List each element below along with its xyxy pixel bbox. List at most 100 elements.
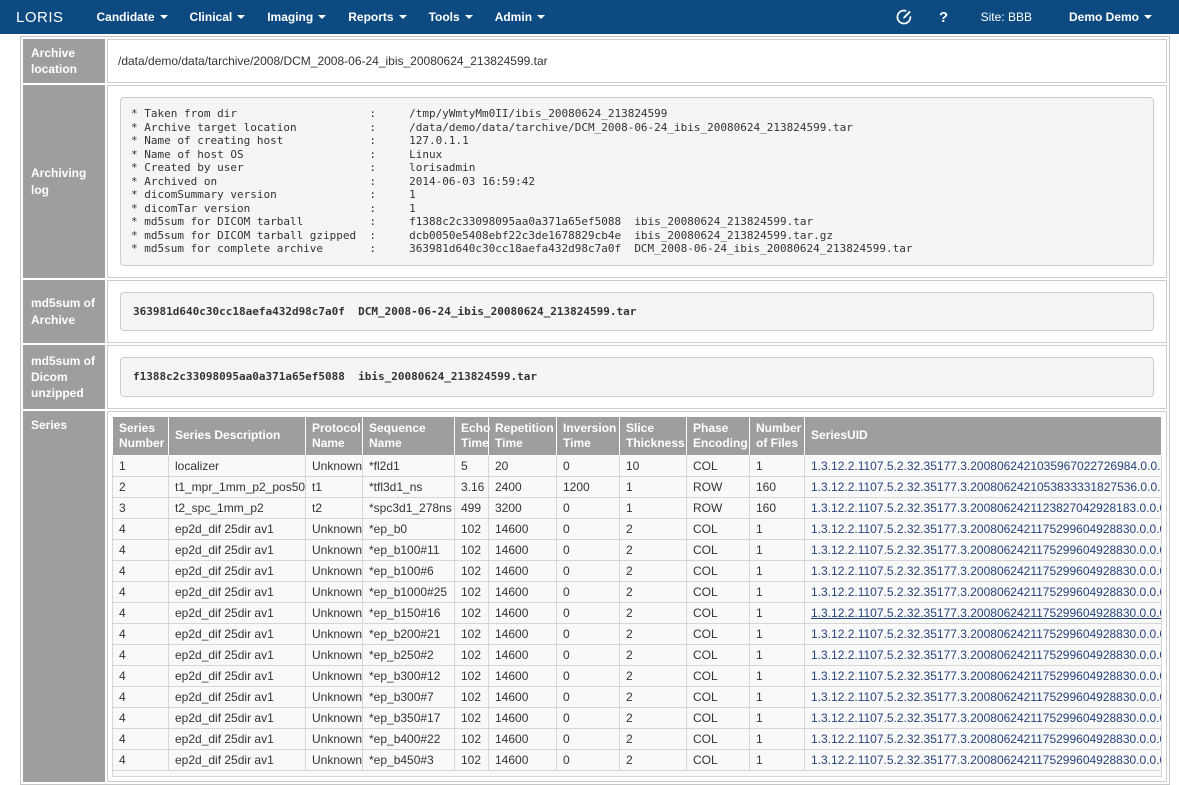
nav-menu-item[interactable]: Imaging (256, 10, 337, 24)
cell-series-number: 4 (113, 581, 169, 602)
cell-sequence-name: *ep_b100#11 (363, 539, 455, 560)
feedback-pencil-icon[interactable] (891, 4, 917, 30)
series-uid-link[interactable]: 1.3.12.2.1107.5.2.32.35177.3.20080624211… (811, 648, 1162, 662)
cell-inversion-time: 0 (557, 707, 620, 728)
caret-down-icon (160, 15, 168, 19)
cell-sequence-name: *ep_b400#22 (363, 728, 455, 749)
help-icon[interactable]: ? (931, 4, 957, 30)
cell-protocol-name: Unknown (306, 644, 363, 665)
series-uid-link[interactable]: 1.3.12.2.1107.5.2.32.35177.3.20080624211… (811, 564, 1162, 578)
cell-repetition-time: 14600 (489, 665, 557, 686)
series-column-header: Slice Thickness (620, 416, 687, 455)
cell-series-uid: 1.3.12.2.1107.5.2.32.35177.3.20080624211… (805, 623, 1162, 644)
nav-menu-item[interactable]: Candidate (86, 10, 179, 24)
user-menu[interactable]: Demo Demo (1058, 10, 1163, 24)
archiving-log-row: Archiving log * Taken from dir : /tmp/yW… (23, 85, 1167, 278)
series-column-header: Series Description (169, 416, 306, 455)
navbar-right: ? Site: BBB Demo Demo (891, 4, 1163, 30)
cell-phase-encoding: COL (687, 665, 750, 686)
cell-inversion-time: 0 (557, 539, 620, 560)
cell-inversion-time: 0 (557, 518, 620, 539)
series-uid-link[interactable]: 1.3.12.2.1107.5.2.32.35177.3.20080624211… (811, 543, 1162, 557)
loris-brand[interactable]: LORIS (16, 9, 64, 26)
cell-phase-encoding: COL (687, 707, 750, 728)
cell-sequence-name: *ep_b100#6 (363, 560, 455, 581)
cell-series-uid: 1.3.12.2.1107.5.2.32.35177.3.20080624211… (805, 644, 1162, 665)
cell-series-uid: 1.3.12.2.1107.5.2.32.35177.3.20080624211… (805, 518, 1162, 539)
cell-repetition-time: 14600 (489, 581, 557, 602)
series-column-header: Echo Time (455, 416, 489, 455)
series-uid-link[interactable]: 1.3.12.2.1107.5.2.32.35177.3.20080624211… (811, 501, 1162, 515)
cell-slice-thickness: 2 (620, 749, 687, 770)
series-row: 4 ep2d_dif 25dir av1 Unknown *ep_b150#16… (113, 602, 1162, 623)
nav-menu-item[interactable]: Reports (337, 10, 417, 24)
cell-phase-encoding: COL (687, 623, 750, 644)
cell-protocol-name: Unknown (306, 560, 363, 581)
cell-sequence-name: *ep_b300#7 (363, 686, 455, 707)
cell-repetition-time: 14600 (489, 539, 557, 560)
nav-menu-item[interactable]: Admin (484, 10, 556, 24)
help-question-glyph: ? (939, 9, 948, 26)
user-menu-label: Demo Demo (1069, 10, 1139, 24)
cell-echo-time: 102 (455, 602, 489, 623)
series-uid-link[interactable]: 1.3.12.2.1107.5.2.32.35177.3.20080624210… (811, 480, 1162, 494)
nav-menu-item[interactable]: Clinical (179, 10, 257, 24)
series-row: 3 t2_spc_1mm_p2 t2 *spc3d1_278ns 499 320… (113, 497, 1162, 518)
cell-inversion-time: 0 (557, 749, 620, 770)
series-column-header: Repetition Time (489, 416, 557, 455)
series-column-header: SeriesUID (805, 416, 1162, 455)
nav-menu-label: Reports (348, 10, 393, 24)
cell-series-uid: 1.3.12.2.1107.5.2.32.35177.3.20080624211… (805, 497, 1162, 518)
series-uid-link[interactable]: 1.3.12.2.1107.5.2.32.35177.3.20080624211… (811, 627, 1162, 641)
cell-protocol-name: Unknown (306, 686, 363, 707)
cell-repetition-time: 2400 (489, 476, 557, 497)
nav-menu-label: Tools (429, 10, 460, 24)
cell-number-of-files: 1 (750, 686, 805, 707)
caret-down-icon (465, 15, 473, 19)
cell-series-uid: 1.3.12.2.1107.5.2.32.35177.3.20080624211… (805, 686, 1162, 707)
series-uid-link[interactable]: 1.3.12.2.1107.5.2.32.35177.3.20080624211… (811, 711, 1162, 725)
cell-slice-thickness: 2 (620, 539, 687, 560)
cell-series-uid: 1.3.12.2.1107.5.2.32.35177.3.20080624210… (805, 455, 1162, 476)
cell-protocol-name: t1 (306, 476, 363, 497)
cell-protocol-name: Unknown (306, 539, 363, 560)
cell-sequence-name: *ep_b150#16 (363, 602, 455, 623)
series-uid-link[interactable]: 1.3.12.2.1107.5.2.32.35177.3.20080624211… (811, 669, 1162, 683)
archive-location-row: Archive location /data/demo/data/tarchiv… (23, 39, 1167, 83)
cell-repetition-time: 14600 (489, 602, 557, 623)
series-row: 4 ep2d_dif 25dir av1 Unknown *ep_b100#6 … (113, 560, 1162, 581)
series-uid-link[interactable]: 1.3.12.2.1107.5.2.32.35177.3.20080624211… (811, 606, 1162, 620)
cell-series-uid: 1.3.12.2.1107.5.2.32.35177.3.20080624211… (805, 539, 1162, 560)
archiving-log-text: * Taken from dir : /tmp/yWmtyMm0II/ibis_… (120, 97, 1154, 266)
cell-phase-encoding: COL (687, 644, 750, 665)
series-uid-link[interactable]: 1.3.12.2.1107.5.2.32.35177.3.20080624211… (811, 522, 1162, 536)
caret-down-icon (237, 15, 245, 19)
cell-inversion-time: 0 (557, 644, 620, 665)
cell-sequence-name: *ep_b350#17 (363, 707, 455, 728)
cell-series-description: ep2d_dif 25dir av1 (169, 581, 306, 602)
series-header-row: Series NumberSeries DescriptionProtocol … (113, 416, 1162, 455)
cell-phase-encoding: COL (687, 560, 750, 581)
series-uid-link[interactable]: 1.3.12.2.1107.5.2.32.35177.3.20080624211… (811, 753, 1162, 767)
caret-down-icon (318, 15, 326, 19)
cell-series-number: 4 (113, 665, 169, 686)
cell-protocol-name: Unknown (306, 602, 363, 623)
cell-inversion-time: 0 (557, 497, 620, 518)
cell-series-description: ep2d_dif 25dir av1 (169, 686, 306, 707)
cell-series-uid: 1.3.12.2.1107.5.2.32.35177.3.20080624211… (805, 665, 1162, 686)
series-uid-link[interactable]: 1.3.12.2.1107.5.2.32.35177.3.20080624211… (811, 732, 1162, 746)
caret-down-icon (399, 15, 407, 19)
site-label: Site: BBB (981, 10, 1032, 24)
series-uid-link[interactable]: 1.3.12.2.1107.5.2.32.35177.3.20080624211… (811, 585, 1162, 599)
cell-echo-time: 102 (455, 539, 489, 560)
nav-menus: Candidate Clinical Imaging Reports Tools… (86, 10, 557, 24)
cell-inversion-time: 0 (557, 581, 620, 602)
series-row: 4 ep2d_dif 25dir av1 Unknown *ep_b300#12… (113, 665, 1162, 686)
cell-repetition-time: 14600 (489, 728, 557, 749)
cell-echo-time: 102 (455, 623, 489, 644)
series-uid-link[interactable]: 1.3.12.2.1107.5.2.32.35177.3.20080624211… (811, 690, 1162, 704)
series-uid-link[interactable]: 1.3.12.2.1107.5.2.32.35177.3.20080624210… (811, 459, 1162, 473)
nav-menu-item[interactable]: Tools (418, 10, 484, 24)
cell-protocol-name: Unknown (306, 728, 363, 749)
cell-inversion-time: 0 (557, 455, 620, 476)
